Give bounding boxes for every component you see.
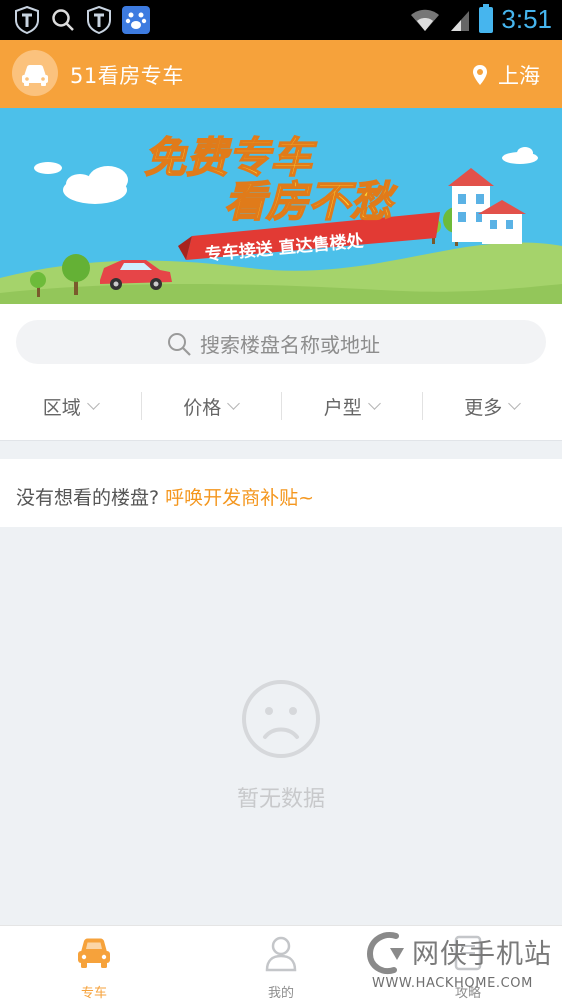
site-watermark: 网侠手机站 WWW.HACKHOME.COM	[366, 930, 562, 996]
watermark-url: WWW.HACKHOME.COM	[372, 976, 533, 991]
watermark-brand: 网侠手机站	[412, 939, 552, 970]
empty-state: 暂无数据	[0, 527, 562, 925]
status-bar: 3:51	[0, 0, 562, 40]
signal-icon	[451, 10, 470, 31]
user-icon	[265, 936, 297, 972]
chevron-down-icon	[227, 397, 241, 410]
search-icon	[168, 332, 191, 356]
city-selector[interactable]: 上海	[472, 60, 540, 90]
banner-headline-2: 看房不愁	[224, 177, 398, 226]
search-placeholder: 搜索楼盘名称或地址	[200, 333, 380, 357]
tab-car[interactable]: 专车	[54, 934, 134, 1001]
chevron-down-icon	[367, 397, 381, 410]
promo-banner[interactable]: 专车接送 直达售楼处 免费专车 看房不愁	[0, 108, 562, 304]
developer-subsidy-prompt: 没有想看的楼盘? 呼唤开发商补贴~	[0, 459, 562, 527]
car-icon	[22, 65, 48, 86]
app-logo	[12, 50, 58, 96]
sad-face-icon	[242, 680, 320, 758]
location-pin-icon	[473, 65, 487, 85]
car-icon	[78, 938, 110, 968]
tab-mine[interactable]: 我的	[241, 934, 321, 1001]
filter-bar: 区域 价格 户型 更多	[0, 384, 562, 428]
filter-label: 更多	[464, 396, 503, 419]
banner-headline-1: 免费专车	[144, 133, 317, 182]
city-label: 上海	[498, 64, 540, 88]
filter-label: 区域	[42, 396, 81, 419]
battery-icon	[479, 3, 494, 33]
search-section: 搜索楼盘名称或地址 区域 价格 户型 更多	[0, 304, 562, 440]
watermark-logo-icon	[366, 932, 404, 974]
tab-label: 我的	[267, 986, 294, 1001]
call-developer-link[interactable]: 呼唤开发商补贴~	[165, 487, 314, 509]
tab-label: 专车	[80, 986, 107, 1001]
wifi-icon	[411, 9, 440, 31]
divider	[0, 440, 562, 441]
shield-icon	[15, 6, 39, 34]
paw-icon	[122, 6, 150, 34]
filter-more[interactable]: 更多	[421, 384, 562, 428]
clock: 3:51	[501, 4, 552, 34]
banner-illustration: 专车接送 直达售楼处 免费专车 看房不愁	[0, 108, 562, 304]
app-header: 51看房专车 上海	[0, 40, 562, 108]
app-title: 51看房专车	[70, 64, 184, 88]
empty-state-text: 暂无数据	[236, 787, 325, 812]
search-input[interactable]: 搜索楼盘名称或地址	[16, 320, 546, 364]
chevron-down-icon	[86, 397, 100, 410]
filter-label: 价格	[183, 396, 222, 419]
prompt-text: 没有想看的楼盘?	[16, 487, 160, 509]
search-icon	[52, 9, 74, 31]
filter-layout[interactable]: 户型	[281, 384, 422, 428]
notification-icons	[14, 6, 150, 34]
filter-label: 户型	[323, 396, 362, 419]
chevron-down-icon	[508, 397, 522, 410]
filter-price[interactable]: 价格	[140, 384, 282, 428]
shield-icon	[87, 6, 111, 34]
system-icons: 3:51	[409, 3, 552, 35]
filter-region[interactable]: 区域	[0, 384, 141, 428]
